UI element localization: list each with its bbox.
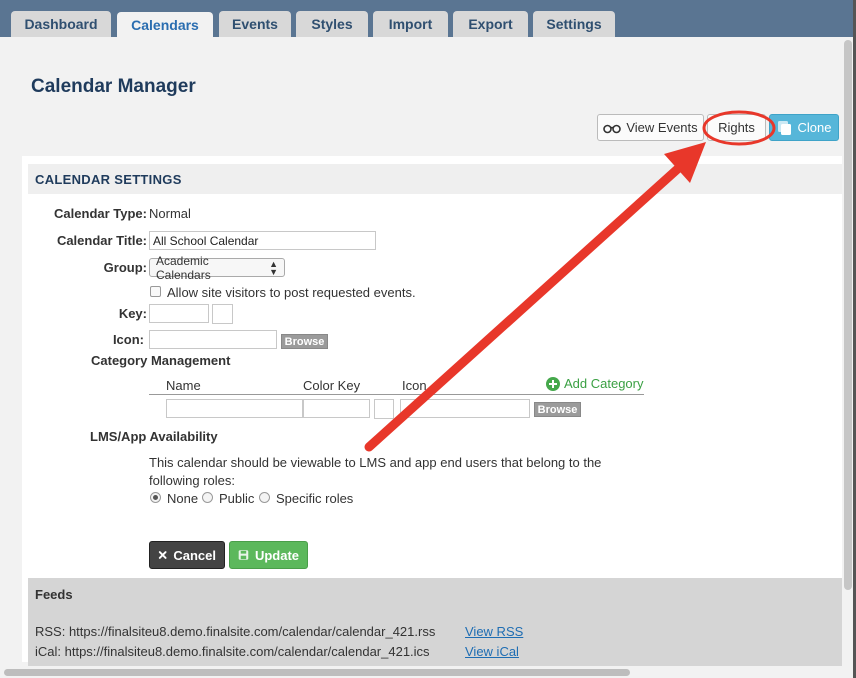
annotation-overlay xyxy=(364,110,776,452)
highlight-circle xyxy=(702,110,776,146)
annotation-arrow-shaft xyxy=(364,160,687,452)
